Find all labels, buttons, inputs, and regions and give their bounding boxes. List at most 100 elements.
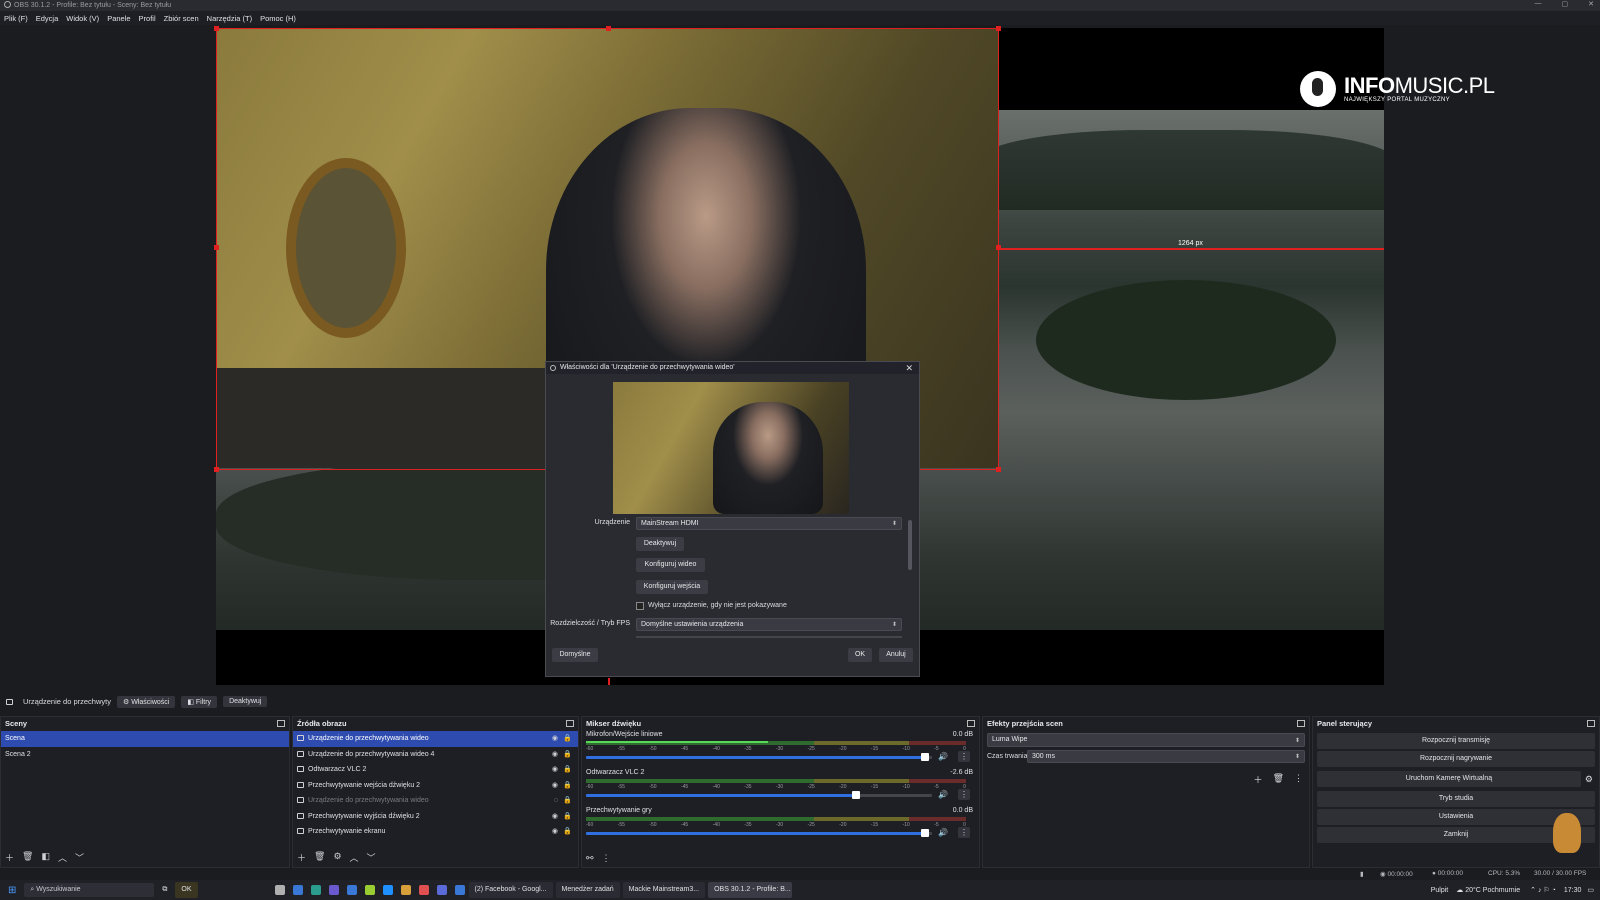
speaker-icon[interactable]: 🔊 (938, 790, 948, 799)
trash-icon[interactable]: 🗑 (314, 851, 325, 864)
app-icon[interactable] (382, 885, 393, 895)
more-icon[interactable]: ⋮ (958, 789, 970, 800)
fader-handle[interactable] (921, 829, 930, 837)
dialog-scrollbar[interactable] (908, 520, 912, 570)
up-icon[interactable]: ︿ (58, 851, 67, 864)
menu-profile[interactable]: Profil (139, 14, 156, 23)
app-icon[interactable] (274, 885, 285, 895)
popout-icon[interactable] (277, 720, 285, 727)
duration-input[interactable]: 300 ms ⬍ (1027, 750, 1305, 763)
gear-icon[interactable]: ⚙ (1585, 774, 1593, 785)
studio-mode-button[interactable]: Tryb studia (1317, 791, 1595, 807)
lock-icon[interactable]: 🔒 (563, 762, 572, 778)
taskbar-app-ok[interactable]: OK (175, 882, 198, 898)
start-virtual-camera-button[interactable]: Uruchom Kamerę Wirtualną (1317, 771, 1581, 787)
resize-handle[interactable] (996, 26, 1001, 31)
app-icon[interactable] (310, 885, 321, 895)
more-icon[interactable]: ⋮ (958, 827, 970, 838)
app-icon[interactable] (328, 885, 339, 895)
source-item[interactable]: Przechwytywanie ekranu ◉ 🔒 (293, 824, 578, 840)
resize-handle[interactable] (214, 467, 219, 472)
trash-icon[interactable]: 🗑 (22, 851, 33, 864)
popout-icon[interactable] (566, 720, 574, 727)
source-item[interactable]: Przechwytywanie wejścia dźwięku 2 ◉ 🔒 (293, 778, 578, 794)
popout-icon[interactable] (1297, 720, 1305, 727)
more-icon[interactable]: ⋮ (602, 853, 611, 864)
add-icon[interactable]: ＋ (5, 851, 14, 864)
lock-icon[interactable]: 🔒 (563, 778, 572, 794)
resize-handle[interactable] (996, 467, 1001, 472)
popout-icon[interactable] (1587, 720, 1595, 727)
taskbar-app-obs[interactable]: OBS 30.1.2 - Profile: B... (708, 882, 793, 898)
menu-view[interactable]: Widok (V) (66, 14, 99, 23)
defaults-button[interactable]: Domyślne (552, 648, 598, 662)
menu-edit[interactable]: Edycja (36, 14, 59, 23)
disable-when-hidden-checkbox[interactable] (636, 602, 644, 610)
source-item[interactable]: Urządzenie do przechwytywania wideo 4 ◉ 🔒 (293, 747, 578, 763)
deactivate-source-button[interactable]: Deaktywuj (223, 696, 268, 707)
taskbar-search[interactable]: ⌕ Wyszukiwanie (24, 883, 155, 897)
desktop-label[interactable]: Pulpit (1431, 887, 1449, 894)
app-icon[interactable] (292, 885, 303, 895)
app-icon[interactable] (436, 885, 447, 895)
more-icon[interactable]: ⋮ (958, 751, 970, 762)
close-button[interactable]: ✕ (1588, 0, 1594, 11)
ok-button[interactable]: OK (848, 648, 872, 662)
trash-icon[interactable]: 🗑 (1273, 773, 1284, 786)
app-icon[interactable] (346, 885, 357, 895)
transition-select[interactable]: Luma Wipe ⬍ (987, 733, 1305, 747)
app-icon[interactable] (364, 885, 375, 895)
add-icon[interactable]: ＋ (297, 851, 306, 864)
eye-icon[interactable]: ◉ (552, 824, 558, 840)
app-icon[interactable] (418, 885, 429, 895)
eye-icon[interactable]: ◉ (552, 731, 558, 747)
weather-widget[interactable]: ☁ 20°C Pochmurnie (1456, 886, 1520, 894)
tray-icons[interactable]: ⌃ ♪ ⚐ ◔ (1530, 886, 1556, 894)
app-icon[interactable] (400, 885, 411, 895)
add-icon[interactable]: ＋ (1254, 773, 1263, 786)
link-icon[interactable]: ⚯ (586, 853, 594, 864)
configure-video-button[interactable]: Konfiguruj wideo (636, 558, 705, 572)
filters-button[interactable]: ◧ Filtry (181, 695, 218, 708)
resize-handle[interactable] (214, 26, 219, 31)
resize-handle[interactable] (606, 26, 611, 31)
device-select[interactable]: MainStream HDMI ⬍ (636, 517, 902, 530)
start-recording-button[interactable]: Rozpocznij nagrywanie (1317, 751, 1595, 767)
taskbar-app-task-manager[interactable]: Menedżer zadań (555, 882, 620, 898)
lock-icon[interactable]: 🔒 (563, 824, 572, 840)
lock-icon[interactable]: 🔒 (563, 747, 572, 763)
scene-item[interactable]: Scena (1, 731, 289, 747)
gear-icon[interactable]: ⚙ (333, 851, 341, 864)
menu-scene-collection[interactable]: Zbiór scen (164, 14, 199, 23)
lock-icon[interactable]: 🔒 (563, 809, 572, 825)
windows-start-icon[interactable]: ⊞ (8, 885, 16, 896)
dialog-close-icon[interactable]: ✕ (905, 362, 913, 374)
deactivate-button[interactable]: Deaktywuj (636, 537, 684, 551)
eye-icon[interactable]: ◉ (552, 778, 558, 794)
resize-handle[interactable] (214, 245, 219, 250)
eye-hidden-icon[interactable]: ◌ (554, 793, 558, 809)
filters-icon[interactable]: ◧ (41, 851, 50, 864)
menu-tools[interactable]: Narzędzia (T) (207, 14, 252, 23)
taskbar-app-mackie[interactable]: Mackie Mainstream3... (622, 882, 706, 898)
source-item[interactable]: Przechwytywanie wyjścia dźwięku 2 ◉ 🔒 (293, 809, 578, 825)
start-streaming-button[interactable]: Rozpocznij transmisję (1317, 733, 1595, 749)
source-item[interactable]: Urządzenie do przechwytywania wideo ◌ 🔒 (293, 793, 578, 809)
menu-docks[interactable]: Panele (107, 14, 130, 23)
fader-handle[interactable] (921, 753, 930, 761)
source-item[interactable]: Urządzenie do przechwytywania wideo ◉ 🔒 (293, 731, 578, 747)
notification-icon[interactable]: ▭ (1587, 886, 1594, 894)
speaker-icon[interactable]: 🔊 (938, 752, 948, 761)
app-icon[interactable] (454, 885, 465, 895)
lock-icon[interactable]: 🔒 (563, 731, 572, 747)
source-item[interactable]: Odtwarzacz VLC 2 ◉ 🔒 (293, 762, 578, 778)
eye-icon[interactable]: ◉ (552, 762, 558, 778)
menu-file[interactable]: Plik (F) (4, 14, 28, 23)
up-icon[interactable]: ︿ (350, 851, 359, 864)
fader-handle[interactable] (851, 791, 860, 799)
minimize-button[interactable]: — (1535, 0, 1542, 11)
cancel-button[interactable]: Anuluj (879, 648, 913, 662)
popout-icon[interactable] (967, 720, 975, 727)
speaker-icon[interactable]: 🔊 (938, 828, 948, 837)
configure-input-button[interactable]: Konfiguruj wejścia (636, 580, 708, 594)
